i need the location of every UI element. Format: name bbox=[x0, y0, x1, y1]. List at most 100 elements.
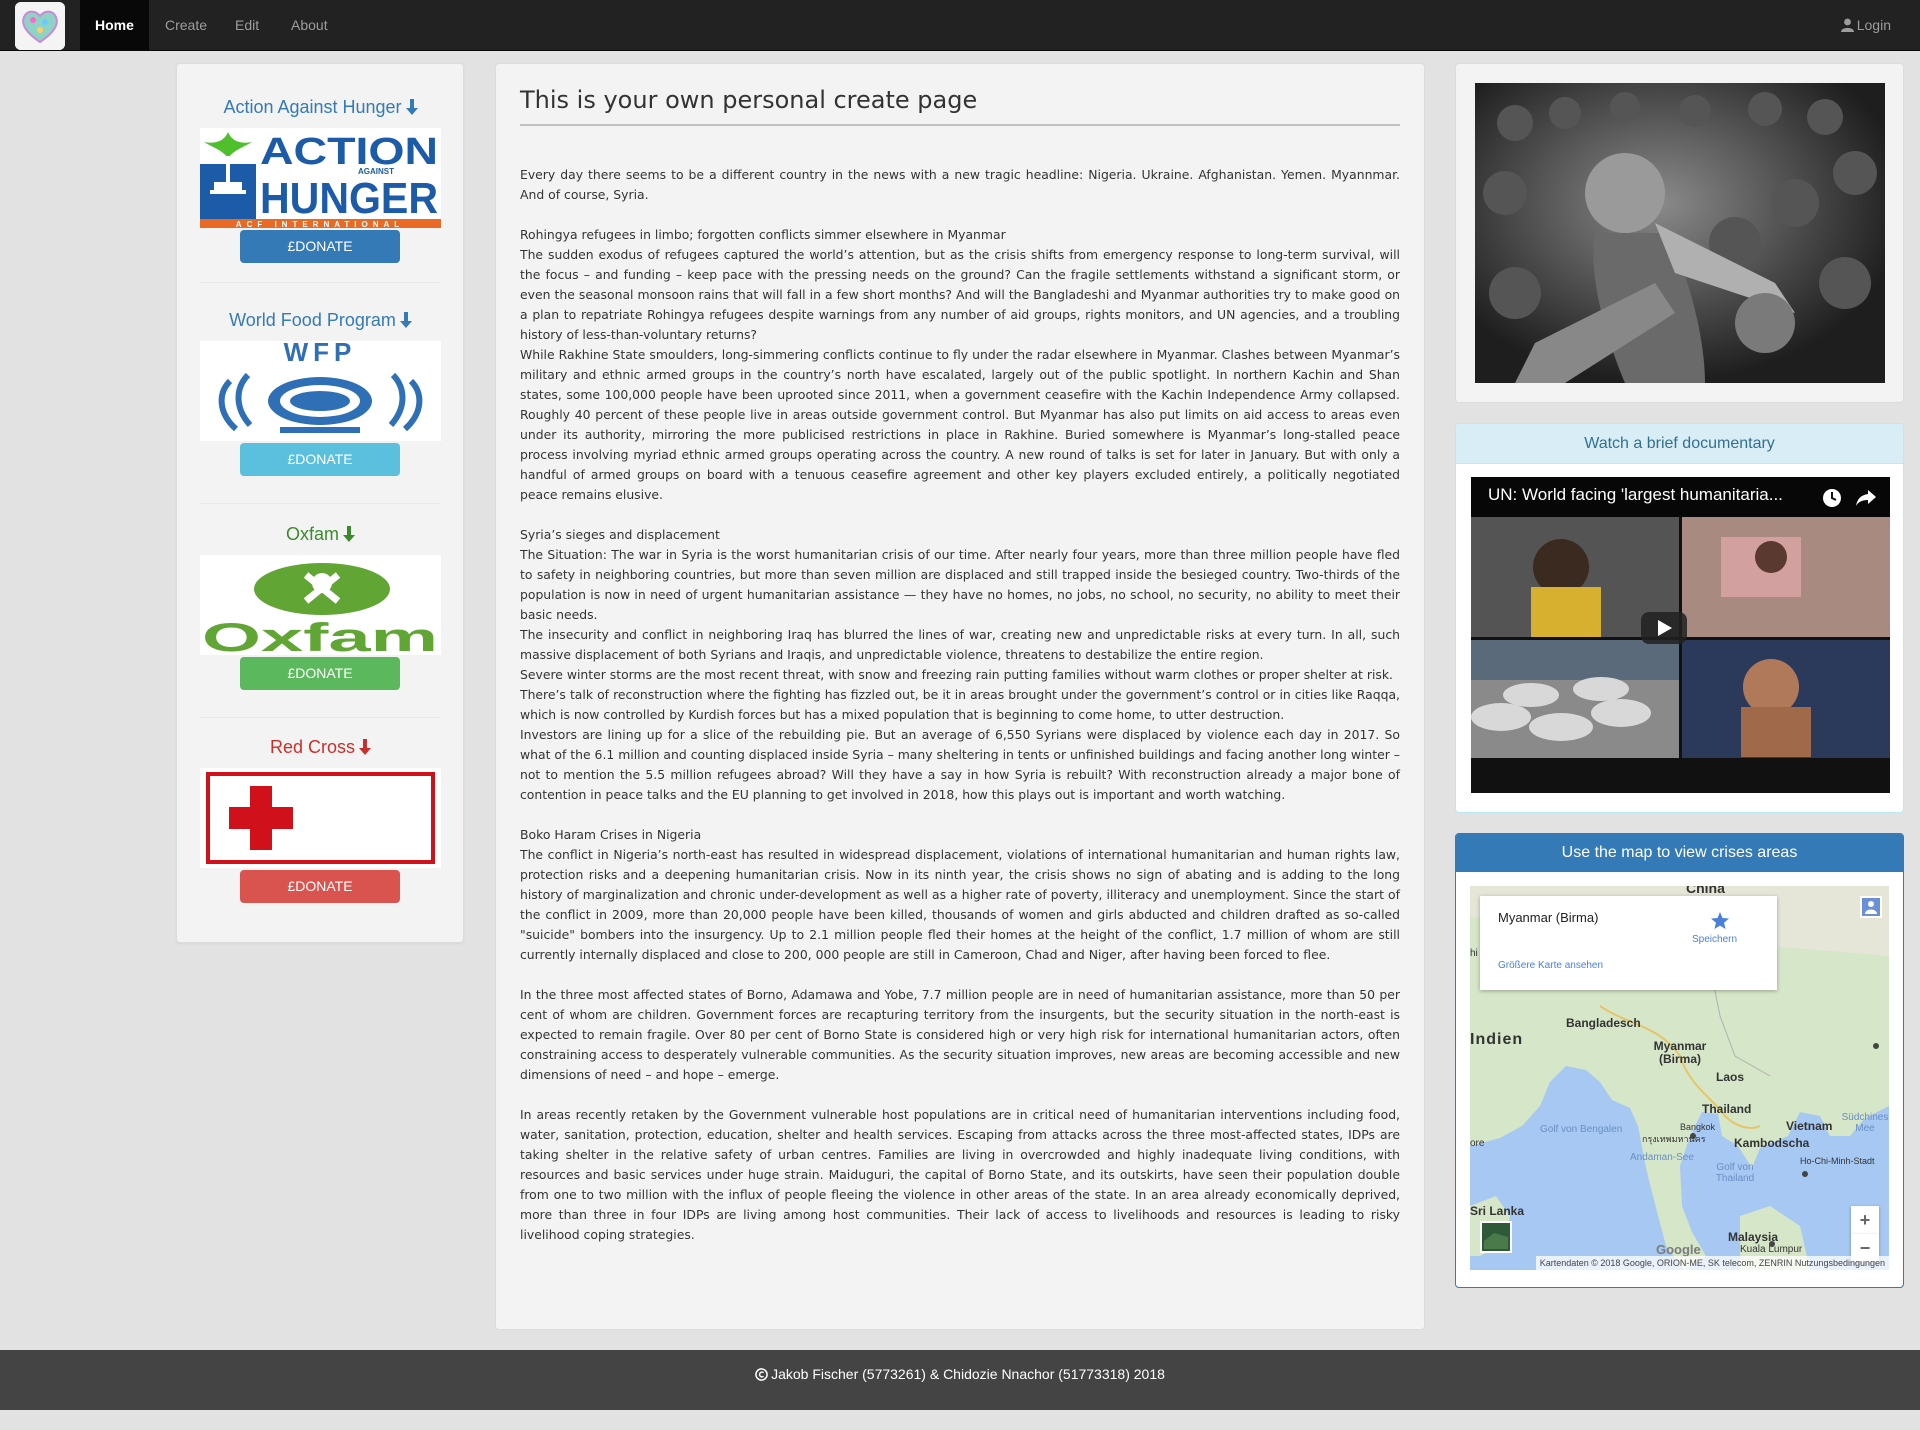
article-line: Rohingya refugees in limbo; forgotten co… bbox=[520, 227, 1006, 242]
article-line: In the three most affected states of Bor… bbox=[520, 987, 1400, 1082]
charity-name: Oxfam bbox=[285, 524, 339, 544]
refugee-photo bbox=[1475, 83, 1885, 383]
map-label-bangkok-thai: กรุงเทพมหานคร bbox=[1642, 1134, 1706, 1144]
larger-map-link[interactable]: Größere Karte ansehen bbox=[1498, 960, 1603, 971]
map-label-vietnam: Vietnam bbox=[1786, 1119, 1833, 1133]
aah-logo: ACTION AGAINST HUNGER ACF INTERNATIONAL bbox=[200, 128, 441, 229]
oxfam-logo: Oxfam bbox=[200, 555, 441, 660]
title-divider bbox=[520, 124, 1400, 126]
charity-title-oxfam: Oxfam bbox=[200, 521, 441, 547]
charity-name: World Food Program bbox=[229, 310, 396, 330]
nav-create[interactable]: Create bbox=[150, 0, 222, 51]
login-label: Login bbox=[1856, 17, 1891, 33]
article-paragraph: Syria’s sieges and displacement The Situa… bbox=[520, 525, 1400, 805]
map-label-andaman: Andaman-See bbox=[1630, 1152, 1694, 1163]
save-place-button[interactable]: Speichern bbox=[1692, 934, 1737, 945]
redcross-logo bbox=[200, 768, 441, 868]
map-info-card: Myanmar (Birma) Speichern Größere Karte … bbox=[1480, 896, 1777, 990]
crisis-map[interactable]: China hi Indien Bangladesch Myanmar (Bir… bbox=[1470, 886, 1889, 1270]
star-icon[interactable] bbox=[1711, 912, 1729, 930]
wfp-logo: WFP bbox=[200, 337, 441, 441]
page-bottom bbox=[0, 1410, 1920, 1430]
map-label-thailand: Thailand bbox=[1702, 1102, 1752, 1116]
map-label-ore: ore bbox=[1470, 1138, 1485, 1149]
charity-redcross: Red Cross £DONATE bbox=[200, 734, 441, 903]
video-panel: Watch a brief documentary UN: World faci… bbox=[1455, 423, 1904, 813]
map-label-laos: Laos bbox=[1716, 1070, 1745, 1084]
map-label-hcmc: Ho-Chi-Minh-Stadt bbox=[1800, 1156, 1875, 1166]
article-line: Boko Haram Crises in Nigeria bbox=[520, 827, 702, 842]
map-label-kl: Kuala Lumpur bbox=[1740, 1244, 1803, 1255]
divider bbox=[200, 717, 441, 718]
top-navbar: Home Create Edit About Login bbox=[0, 0, 1920, 51]
aah-line2: HUNGER bbox=[260, 174, 438, 223]
donate-button-aah[interactable]: £DONATE bbox=[240, 230, 400, 263]
map-panel-heading: Use the map to view crises areas bbox=[1456, 834, 1903, 872]
share-icon[interactable] bbox=[1855, 489, 1877, 507]
map-label-gulf-thailand: Golf von Thailand bbox=[1715, 1162, 1755, 1184]
arrow-down-icon bbox=[405, 99, 418, 115]
article-line: While Rakhine State smoulders, long-simm… bbox=[520, 347, 1400, 502]
charity-title-redcross: Red Cross bbox=[200, 734, 441, 760]
user-icon bbox=[1840, 18, 1854, 32]
documentary-video[interactable]: UN: World facing 'largest humanitaria... bbox=[1471, 477, 1890, 793]
article-paragraph: Rohingya refugees in limbo; forgotten co… bbox=[520, 225, 1400, 505]
map-label-scs: Südchines Mee bbox=[1841, 1112, 1889, 1134]
article-paragraph: In the three most affected states of Bor… bbox=[520, 985, 1400, 1085]
article-line: Investors are lining up for a slice of t… bbox=[520, 727, 1400, 802]
oxfam-text: Oxfam bbox=[202, 616, 438, 655]
map-label-bengal: Golf von Bengalen bbox=[1540, 1124, 1623, 1135]
divider bbox=[200, 503, 441, 504]
copyright-icon bbox=[755, 1368, 768, 1381]
article-line: Severe winter storms are the most recent… bbox=[520, 667, 1393, 682]
map-label-cambodia: Kambodscha bbox=[1734, 1136, 1810, 1150]
donate-button-oxfam[interactable]: £DONATE bbox=[240, 657, 400, 690]
clock-icon[interactable] bbox=[1822, 488, 1842, 508]
article-paragraph: In areas recently retaken by the Governm… bbox=[520, 1105, 1400, 1245]
charity-name: Action Against Hunger bbox=[223, 97, 402, 117]
login-link[interactable]: Login bbox=[1826, 0, 1906, 51]
arrow-down-icon bbox=[343, 526, 355, 542]
charity-name: Red Cross bbox=[269, 737, 356, 757]
page-title: This is your own personal create page bbox=[520, 86, 978, 114]
map-label-malaysia: Malaysia bbox=[1728, 1230, 1779, 1244]
charity-panel: Action Against Hunger ACTION AGAINST HUN… bbox=[176, 63, 464, 943]
map-label-bangkok: Bangkok bbox=[1680, 1122, 1716, 1132]
article-line: The conflict in Nigeria’s north-east has… bbox=[520, 847, 1400, 962]
brand-logo[interactable] bbox=[15, 2, 65, 50]
map-label-srilanka: Sri Lanka bbox=[1470, 1204, 1525, 1218]
donate-button-wfp[interactable]: £DONATE bbox=[240, 443, 400, 476]
wfp-text: WFP bbox=[284, 341, 357, 367]
google-logo: Google bbox=[1656, 1242, 1701, 1257]
video-title: UN: World facing 'largest humanitaria... bbox=[1488, 485, 1783, 504]
article-line: Every day there seems to be a different … bbox=[520, 167, 1400, 202]
article-paragraph: Boko Haram Crises in Nigeria The conflict… bbox=[520, 825, 1400, 965]
charity-aah: Action Against Hunger ACTION AGAINST HUN… bbox=[200, 94, 441, 263]
map-label-india: Indien bbox=[1470, 1031, 1524, 1048]
pegman-icon[interactable] bbox=[1860, 896, 1882, 918]
satellite-thumbnail-icon[interactable] bbox=[1480, 1221, 1512, 1253]
aah-line1: ACTION bbox=[260, 131, 438, 173]
charity-wfp: World Food Program WFP £DONATE bbox=[200, 307, 441, 476]
map-label-myanmar: Myanmar (Birma) bbox=[1653, 1039, 1707, 1066]
article-line: The Situation: The war in Syria is the w… bbox=[520, 547, 1400, 622]
article-line: Syria’s sieges and displacement bbox=[520, 527, 720, 542]
photo-panel bbox=[1455, 63, 1904, 403]
main-content-panel: This is your own personal create page Ev… bbox=[495, 63, 1425, 1330]
nav-home[interactable]: Home bbox=[80, 0, 149, 51]
article-line: In areas recently retaken by the Governm… bbox=[520, 1107, 1400, 1242]
article-line: The insecurity and conflict in neighbori… bbox=[520, 627, 1400, 662]
aah-strip: ACF INTERNATIONAL bbox=[236, 220, 404, 228]
donate-button-redcross[interactable]: £DONATE bbox=[240, 870, 400, 903]
footer-text: Jakob Fischer (5773261) & Chidozie Nnach… bbox=[771, 1366, 1165, 1382]
play-icon[interactable] bbox=[1641, 612, 1687, 644]
charity-title-wfp: World Food Program bbox=[200, 307, 441, 333]
zoom-in-button[interactable]: + bbox=[1851, 1206, 1879, 1234]
article-line: There’s talk of reconstruction where the… bbox=[520, 687, 1400, 722]
divider bbox=[200, 282, 441, 283]
map-attribution: Kartendaten © 2018 Google, ORION-ME, SK … bbox=[1535, 1256, 1889, 1270]
article-body: Every day there seems to be a different … bbox=[520, 165, 1400, 1265]
map-panel: Use the map to view crises areas China h… bbox=[1455, 833, 1904, 1288]
nav-edit[interactable]: Edit bbox=[220, 0, 274, 51]
nav-about[interactable]: About bbox=[276, 0, 343, 51]
